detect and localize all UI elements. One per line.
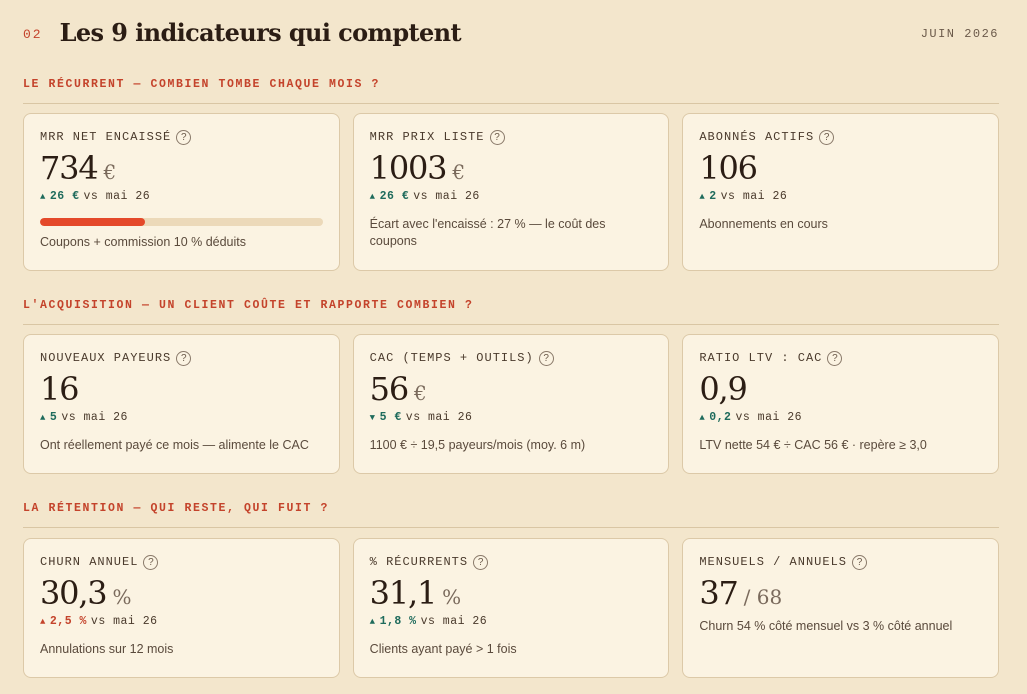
help-icon[interactable]: ? [819, 129, 835, 145]
trend-up-icon: ▲ [699, 413, 706, 423]
kpi-compare: vs mai 26 [90, 615, 158, 628]
progress-fill [40, 218, 145, 226]
section-number: 02 [23, 26, 43, 42]
kpi-compare: vs mai 26 [83, 190, 151, 203]
section-title: LA RÉTENTION — QUI RESTE, QUI FUIT ? [23, 502, 330, 515]
kpi-delta: 26 € [49, 190, 80, 203]
section-title: L'ACQUISITION — UN CLIENT COÛTE ET RAPPO… [23, 299, 474, 312]
kpi-label: ABONNÉS ACTIFS [699, 130, 815, 144]
section-header-acquisition: L'ACQUISITION — UN CLIENT COÛTE ET RAPPO… [23, 295, 999, 325]
kpi-value: 31,1 [369, 574, 438, 612]
kpi-compare: vs mai 26 [61, 411, 128, 424]
kpi-unit: € [414, 381, 427, 405]
kpi-note: Abonnements en cours [699, 217, 828, 231]
help-icon[interactable]: ? [827, 350, 843, 366]
help-icon[interactable]: ? [176, 129, 192, 145]
kpi-label: MENSUELS / ANNUELS [699, 555, 847, 569]
kpi-delta: 1,8 % [379, 615, 417, 628]
section-title: LE RÉCURRENT — COMBIEN TOMBE CHAQUE MOIS… [23, 78, 381, 91]
trend-up-icon: ▲ [40, 413, 46, 423]
kpi-value: 16 [40, 370, 80, 408]
kpi-card-cac: CAC (TEMPS + OUTILS) ? 56 € ▼ 5 € vs mai 2… [352, 334, 670, 474]
kpi-label: RATIO LTV : CAC [699, 351, 823, 365]
kpi-note: Écart avec l'encaissé : 27 % — le coût d… [369, 217, 606, 248]
help-icon[interactable]: ? [143, 554, 159, 570]
progress-bar [40, 218, 323, 226]
section-header-recurrent: LE RÉCURRENT — COMBIEN TOMBE CHAQUE MOIS… [23, 74, 999, 104]
kpi-unit: € [452, 160, 466, 184]
kpi-card-mrr-list: MRR PRIX LISTE ? 1003 € ▲ 26 € vs mai 26 É… [352, 113, 670, 271]
help-icon[interactable]: ? [176, 350, 192, 366]
kpi-value: 30,3 [40, 574, 108, 612]
trend-down-icon: ▼ [369, 413, 376, 423]
trend-up-icon: ▲ [369, 617, 376, 627]
kpi-unit: % [112, 585, 132, 609]
kpi-compare: vs mai 26 [405, 411, 473, 424]
kpi-row-acquisition: NOUVEAUX PAYEURS ? 16 ▲ 5 vs mai 26 Ont ré… [23, 334, 1000, 474]
kpi-note: Churn 54 % côté mensuel vs 3 % côté annu… [699, 619, 953, 633]
kpi-note: 1100 € ÷ 19,5 payeurs/mois (moy. 6 m) [369, 438, 586, 452]
kpi-compare: vs mai 26 [735, 411, 803, 424]
section-header-retention: LA RÉTENTION — QUI RESTE, QUI FUIT ? [23, 498, 999, 528]
kpi-compare: vs mai 26 [420, 615, 488, 628]
kpi-label: MRR PRIX LISTE [369, 130, 485, 144]
kpi-label: MRR NET ENCAISSÉ [40, 130, 172, 144]
period-label: JUIN 2026 [920, 27, 999, 41]
kpi-value: 0,9 [699, 370, 748, 408]
kpi-card-annual-churn: CHURN ANNUEL ? 30,3 % ▲ 2,5 % vs mai 26 An… [23, 538, 340, 678]
kpi-delta: 0,2 [709, 411, 732, 424]
kpi-row-recurrent: MRR NET ENCAISSÉ ? 734 € ▲ 26 € vs mai 26 … [23, 113, 1000, 271]
kpi-card-ltv-cac: RATIO LTV : CAC ? 0,9 ▲ 0,2 vs mai 26 LTV … [682, 334, 1000, 474]
kpi-delta: 5 [49, 411, 58, 424]
kpi-note: Ont réellement payé ce mois — alimente l… [40, 438, 309, 452]
kpi-unit: € [103, 160, 117, 184]
kpi-card-recurring-pct: % RÉCURRENTS ? 31,1 % ▲ 1,8 % vs mai 26 Cl… [352, 538, 670, 678]
kpi-label: CHURN ANNUEL [40, 555, 139, 569]
kpi-note: Coupons + commission 10 % déduits [40, 235, 247, 249]
kpi-delta: 2 [709, 190, 717, 203]
kpi-compare: vs mai 26 [720, 190, 788, 203]
kpi-label: NOUVEAUX PAYEURS [40, 351, 172, 365]
kpi-delta: 2,5 % [49, 615, 87, 628]
kpi-card-monthly-annual: MENSUELS / ANNUELS ? 37 / 68 Churn 54 % … [682, 538, 1000, 678]
kpi-card-new-payers: NOUVEAUX PAYEURS ? 16 ▲ 5 vs mai 26 Ont ré… [23, 334, 340, 474]
kpi-unit: % [442, 585, 462, 609]
kpi-value: 106 [699, 149, 758, 187]
kpi-value: 56 [369, 370, 410, 408]
kpi-compare: vs mai 26 [413, 190, 480, 203]
kpi-unit: / 68 [743, 585, 783, 609]
kpi-card-mrr-net: MRR NET ENCAISSÉ ? 734 € ▲ 26 € vs mai 26 … [23, 113, 340, 271]
kpi-card-active-subscribers: ABONNÉS ACTIFS ? 106 ▲ 2 vs mai 26 Abonnem… [682, 113, 1000, 271]
trend-up-icon: ▲ [40, 192, 46, 202]
help-icon[interactable]: ? [851, 554, 867, 570]
page-title: Les 9 indicateurs qui comptent [59, 17, 462, 47]
kpi-delta: 5 € [379, 411, 402, 424]
trend-up-icon: ▲ [699, 192, 706, 202]
kpi-note: LTV nette 54 € ÷ CAC 56 € · repère ≥ 3,0 [699, 438, 927, 452]
kpi-value: 734 [40, 149, 99, 187]
kpi-value: 1003 [369, 149, 448, 187]
page-header: 02 Les 9 indicateurs qui comptent JUIN 2… [23, 14, 999, 50]
trend-up-icon: ▲ [40, 617, 46, 627]
help-icon[interactable]: ? [489, 129, 505, 145]
kpi-label: CAC (TEMPS + OUTILS) [369, 351, 534, 365]
help-icon[interactable]: ? [473, 554, 489, 570]
kpi-delta: 26 € [379, 190, 410, 203]
trend-up-icon: ▲ [369, 192, 376, 202]
kpi-row-retention: CHURN ANNUEL ? 30,3 % ▲ 2,5 % vs mai 26 An… [23, 538, 1000, 678]
kpi-label: % RÉCURRENTS [369, 555, 469, 569]
kpi-value: 37 [699, 574, 739, 612]
kpi-note: Clients ayant payé > 1 fois [369, 642, 517, 656]
kpi-note: Annulations sur 12 mois [40, 642, 174, 656]
help-icon[interactable]: ? [538, 350, 554, 366]
